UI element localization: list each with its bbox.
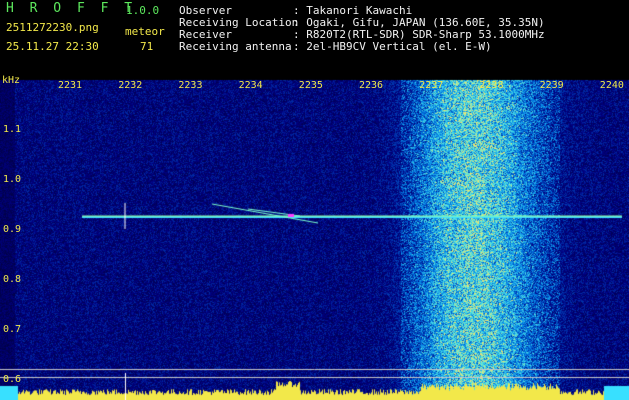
app-version: 1.0.0 (126, 4, 160, 17)
file-datetime: 25.11.27 22:30 (6, 40, 99, 53)
header-panel: H R O F F T 1.0.0 2511272230.png 25.11.2… (0, 0, 629, 75)
meteor-count: 71 (140, 40, 154, 53)
x-tick-label: 2232 (118, 80, 143, 91)
x-tick-label: 2231 (58, 80, 83, 91)
y-unit-label: kHz (2, 75, 21, 86)
x-tick-label: 2239 (539, 80, 564, 91)
y-tick-label: 0.8 (3, 274, 22, 285)
y-tick-label: 1.1 (3, 124, 22, 135)
x-tick-label: 2238 (479, 80, 504, 91)
spectrogram-canvas (0, 75, 629, 400)
meteor-label: meteor (125, 25, 165, 38)
antenna-value: : 2el-HB9CV Vertical (el. E-W) (293, 40, 492, 53)
location-label: Receiving Location (179, 16, 299, 29)
y-tick-label: 0.6 (3, 374, 22, 385)
y-tick-label: 0.9 (3, 224, 22, 235)
y-tick-label: 0.7 (3, 324, 22, 335)
x-tick-label: 2233 (178, 80, 203, 91)
observer-value: : Takanori Kawachi (293, 4, 413, 17)
observer-label: Observer (179, 4, 232, 17)
x-tick-label: 2240 (599, 80, 624, 91)
receiver-value: : R820T2(RTL-SDR) SDR-Sharp 53.1000MHz (293, 28, 545, 41)
y-tick-label: 1.0 (3, 174, 22, 185)
file-name: 2511272230.png (6, 21, 99, 34)
x-tick-label: 2236 (359, 80, 384, 91)
receiver-label: Receiver (179, 28, 232, 41)
antenna-label: Receiving antenna (179, 40, 292, 53)
x-tick-label: 2235 (298, 80, 323, 91)
location-value: : Ogaki, Gifu, JAPAN (136.60E, 35.35N) (293, 16, 545, 29)
app-name: H R O F F T (6, 1, 137, 16)
x-tick-label: 2237 (419, 80, 444, 91)
x-tick-label: 2234 (238, 80, 263, 91)
